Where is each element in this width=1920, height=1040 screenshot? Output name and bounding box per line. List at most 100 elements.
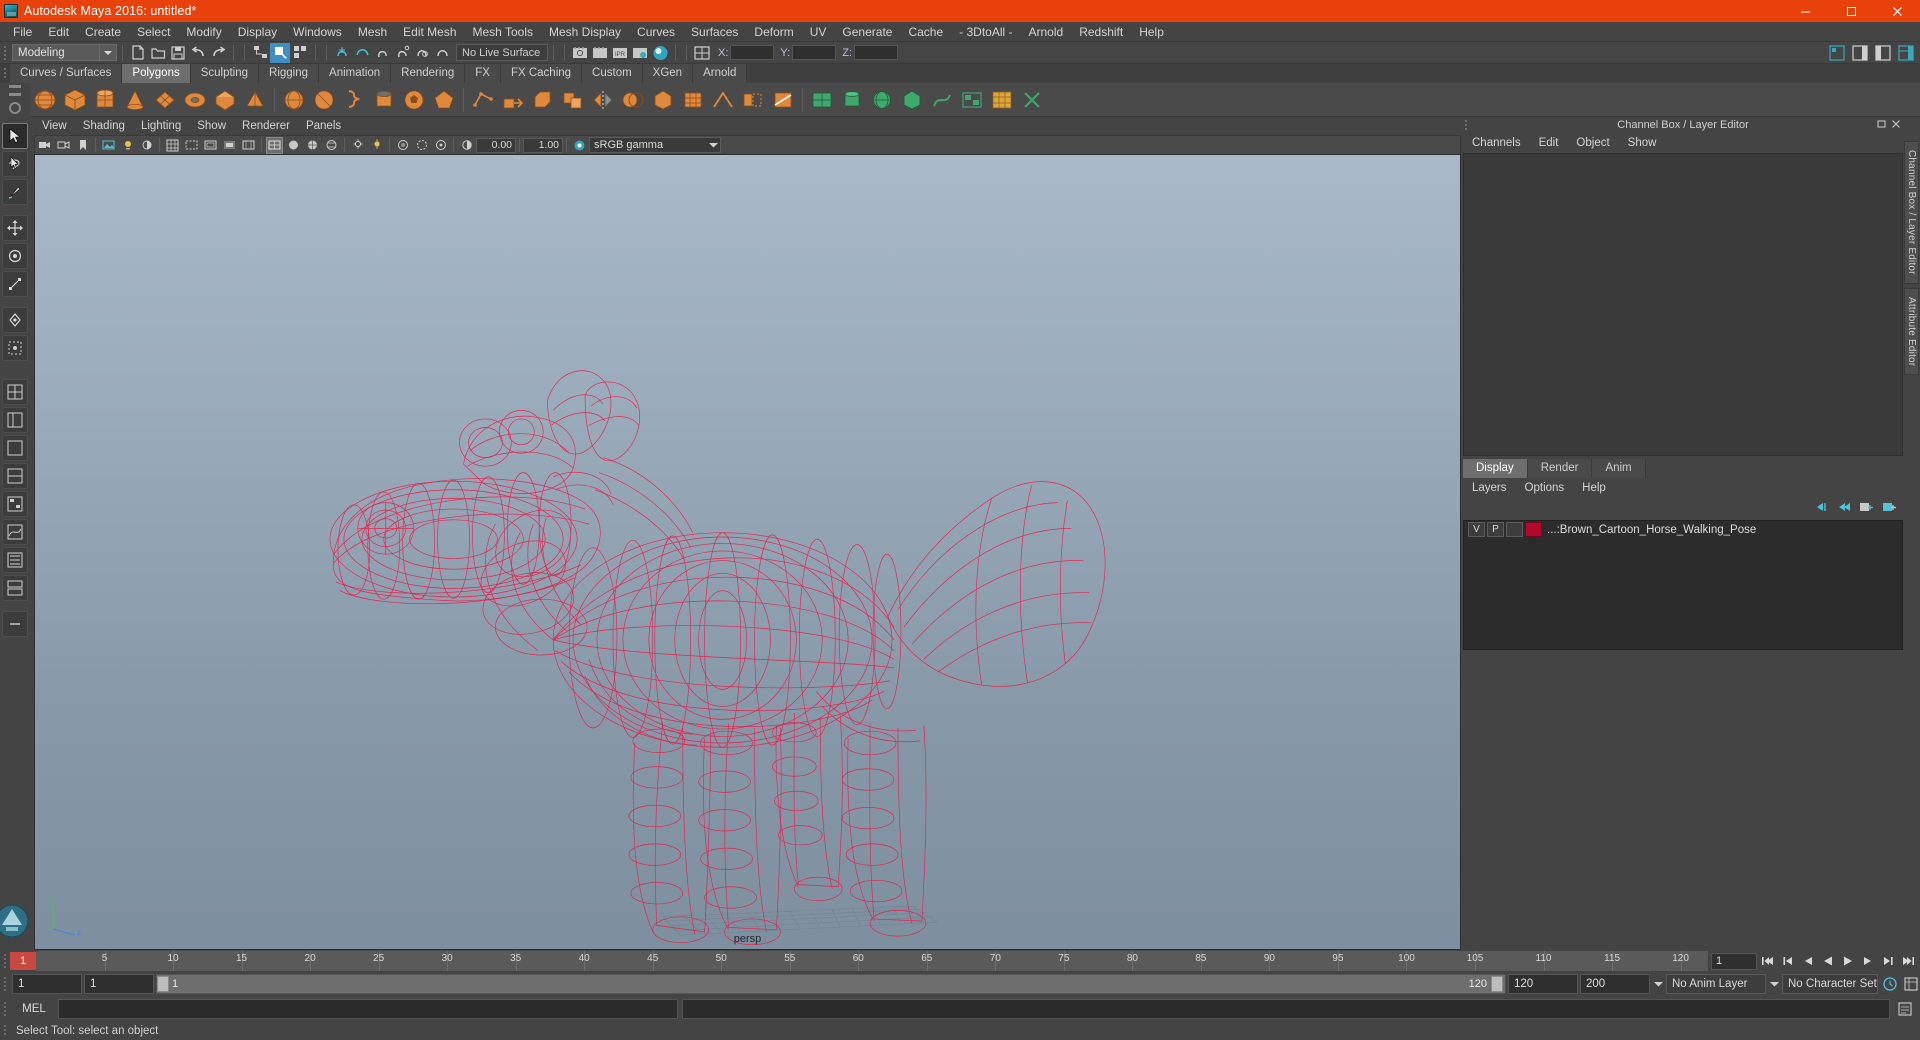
viewport-menu-lighting[interactable]: Lighting <box>133 117 189 135</box>
shelf-tab-curves-surfaces[interactable]: Curves / Surfaces <box>10 64 123 83</box>
show-hide-tool-settings-icon[interactable] <box>1873 43 1893 63</box>
render-settings-button[interactable] <box>630 43 650 63</box>
menu-curves[interactable]: Curves <box>629 22 683 42</box>
smooth-shade-all-icon[interactable] <box>285 137 302 154</box>
poly-pyramid-icon[interactable] <box>241 85 269 115</box>
exposure-icon[interactable] <box>458 137 475 154</box>
new-layer-icon[interactable] <box>1859 501 1874 516</box>
playback-start-field[interactable]: 1 <box>84 974 154 994</box>
use-default-light-icon[interactable] <box>368 137 385 154</box>
minimize-button[interactable] <box>1782 0 1828 22</box>
layout-two-stacked-icon[interactable] <box>2 463 28 489</box>
display-layer-list[interactable]: V P ...:Brown_Cartoon_Horse_Walking_Pose <box>1463 519 1903 650</box>
layout-hypershade-icon[interactable] <box>2 575 28 601</box>
color-management-icon[interactable] <box>571 137 588 154</box>
menu-file[interactable]: File <box>5 22 40 42</box>
new-layer-from-selection-icon[interactable] <box>1882 501 1897 516</box>
uv-automatic-icon[interactable] <box>898 85 926 115</box>
step-back-key-button[interactable] <box>1778 952 1797 971</box>
layout-outliner-icon[interactable] <box>2 547 28 573</box>
smooth-icon[interactable] <box>649 85 677 115</box>
layer-visibility-toggle[interactable]: V <box>1468 522 1485 537</box>
layer-tab-render[interactable]: Render <box>1527 458 1593 478</box>
layer-tab-anim[interactable]: Anim <box>1592 458 1646 478</box>
poly-platonic-icon[interactable] <box>430 85 458 115</box>
layout-four-view-icon[interactable] <box>2 379 28 405</box>
start-time-field[interactable]: 1 <box>12 974 82 994</box>
redo-button[interactable] <box>208 43 228 63</box>
play-forwards-button[interactable] <box>1838 952 1857 971</box>
menu-display[interactable]: Display <box>230 22 285 42</box>
snap-to-point-button[interactable] <box>372 43 392 63</box>
step-back-frame-button[interactable] <box>1798 952 1817 971</box>
shaded-wireframe-icon[interactable] <box>304 137 321 154</box>
show-hide-attribute-editor-icon[interactable] <box>1850 43 1870 63</box>
uv-cylindrical-icon[interactable] <box>838 85 866 115</box>
uv-cut-icon[interactable] <box>1018 85 1046 115</box>
show-hide-channel-box-icon[interactable] <box>1896 43 1916 63</box>
time-slider-ticks[interactable]: 5 10 15 20 25 30 35 40 45 50 55 60 65 70 75 80 85 90 95 100… <box>36 951 1708 971</box>
sphere-primitive-icon[interactable] <box>280 85 308 115</box>
move-tool-icon[interactable] <box>2 215 28 241</box>
go-to-start-button[interactable] <box>1758 952 1777 971</box>
xray-mode-icon[interactable] <box>394 137 411 154</box>
textured-icon[interactable] <box>323 137 340 154</box>
command-language-label[interactable]: MEL <box>14 1003 54 1015</box>
hypershade-button[interactable] <box>650 43 670 63</box>
close-button[interactable] <box>1874 0 1920 22</box>
menu-set-selector[interactable]: Modeling <box>12 44 100 61</box>
command-input-field[interactable] <box>58 999 678 1019</box>
gamma-field[interactable]: 1.00 <box>523 137 563 153</box>
vtab-attribute-editor[interactable]: Attribute Editor <box>1904 287 1919 376</box>
use-all-lights-icon[interactable] <box>349 137 366 154</box>
move-layer-down-icon[interactable] <box>1836 501 1851 516</box>
command-output-field[interactable] <box>682 999 1890 1019</box>
helix-icon[interactable] <box>340 85 368 115</box>
menu-deform[interactable]: Deform <box>746 22 801 42</box>
resolution-gate-icon[interactable] <box>202 137 219 154</box>
go-to-end-button[interactable] <box>1898 952 1917 971</box>
step-forward-frame-button[interactable] <box>1858 952 1877 971</box>
uv-spherical-icon[interactable] <box>868 85 896 115</box>
shelf-tab-custom[interactable]: Custom <box>582 64 643 83</box>
combine-icon[interactable] <box>559 85 587 115</box>
channel-box-menu-edit[interactable]: Edit <box>1530 133 1568 153</box>
snap-to-projected-center-button[interactable] <box>392 43 412 63</box>
layout-graph-editor-icon[interactable] <box>2 519 28 545</box>
xray-joints-icon[interactable] <box>413 137 430 154</box>
time-slider-grip[interactable] <box>0 950 10 972</box>
render-sequence-button[interactable] <box>590 43 610 63</box>
layer-menu-layers[interactable]: Layers <box>1463 478 1516 498</box>
shadows-icon[interactable] <box>138 137 155 154</box>
viewport-menu-view[interactable]: View <box>34 117 75 135</box>
range-slider-bar[interactable]: 1 120 <box>156 974 1506 994</box>
select-camera-icon[interactable] <box>36 137 53 154</box>
viewport-menu-show[interactable]: Show <box>189 117 234 135</box>
menu-3dtoall[interactable]: - 3DtoAll - <box>951 22 1020 42</box>
shelf-tab-xgen[interactable]: XGen <box>642 64 694 83</box>
layer-menu-help[interactable]: Help <box>1573 478 1615 498</box>
select-by-hierarchy-button[interactable] <box>250 43 270 63</box>
menu-mesh-display[interactable]: Mesh Display <box>541 22 629 42</box>
step-forward-key-button[interactable] <box>1878 952 1897 971</box>
uv-layout-icon[interactable] <box>958 85 986 115</box>
show-hide-modeling-toolkit-icon[interactable] <box>1827 43 1847 63</box>
nurbs-sphere-icon[interactable] <box>310 85 338 115</box>
auto-keyframe-toggle-icon[interactable] <box>1880 975 1899 994</box>
layer-row[interactable]: V P ...:Brown_Cartoon_Horse_Walking_Pose <box>1464 521 1902 539</box>
layer-menu-options[interactable]: Options <box>1516 478 1574 498</box>
command-line-grip[interactable] <box>0 996 10 1022</box>
channel-box-menu-show[interactable]: Show <box>1619 133 1666 153</box>
menu-create[interactable]: Create <box>77 22 129 42</box>
exposure-field[interactable]: 0.00 <box>476 137 516 153</box>
current-frame-indicator[interactable]: 1 <box>10 952 36 970</box>
xray-active-components-icon[interactable] <box>432 137 449 154</box>
range-right-handle[interactable] <box>1491 976 1503 992</box>
chevron-down-icon[interactable] <box>1652 981 1664 987</box>
menu-surfaces[interactable]: Surfaces <box>683 22 746 42</box>
script-editor-icon[interactable] <box>1894 999 1916 1019</box>
shelf-tab-sculpting[interactable]: Sculpting <box>190 64 260 83</box>
shelf-tab-rendering[interactable]: Rendering <box>391 64 466 83</box>
render-view-button[interactable] <box>570 43 590 63</box>
scale-tool-icon[interactable] <box>2 271 28 297</box>
